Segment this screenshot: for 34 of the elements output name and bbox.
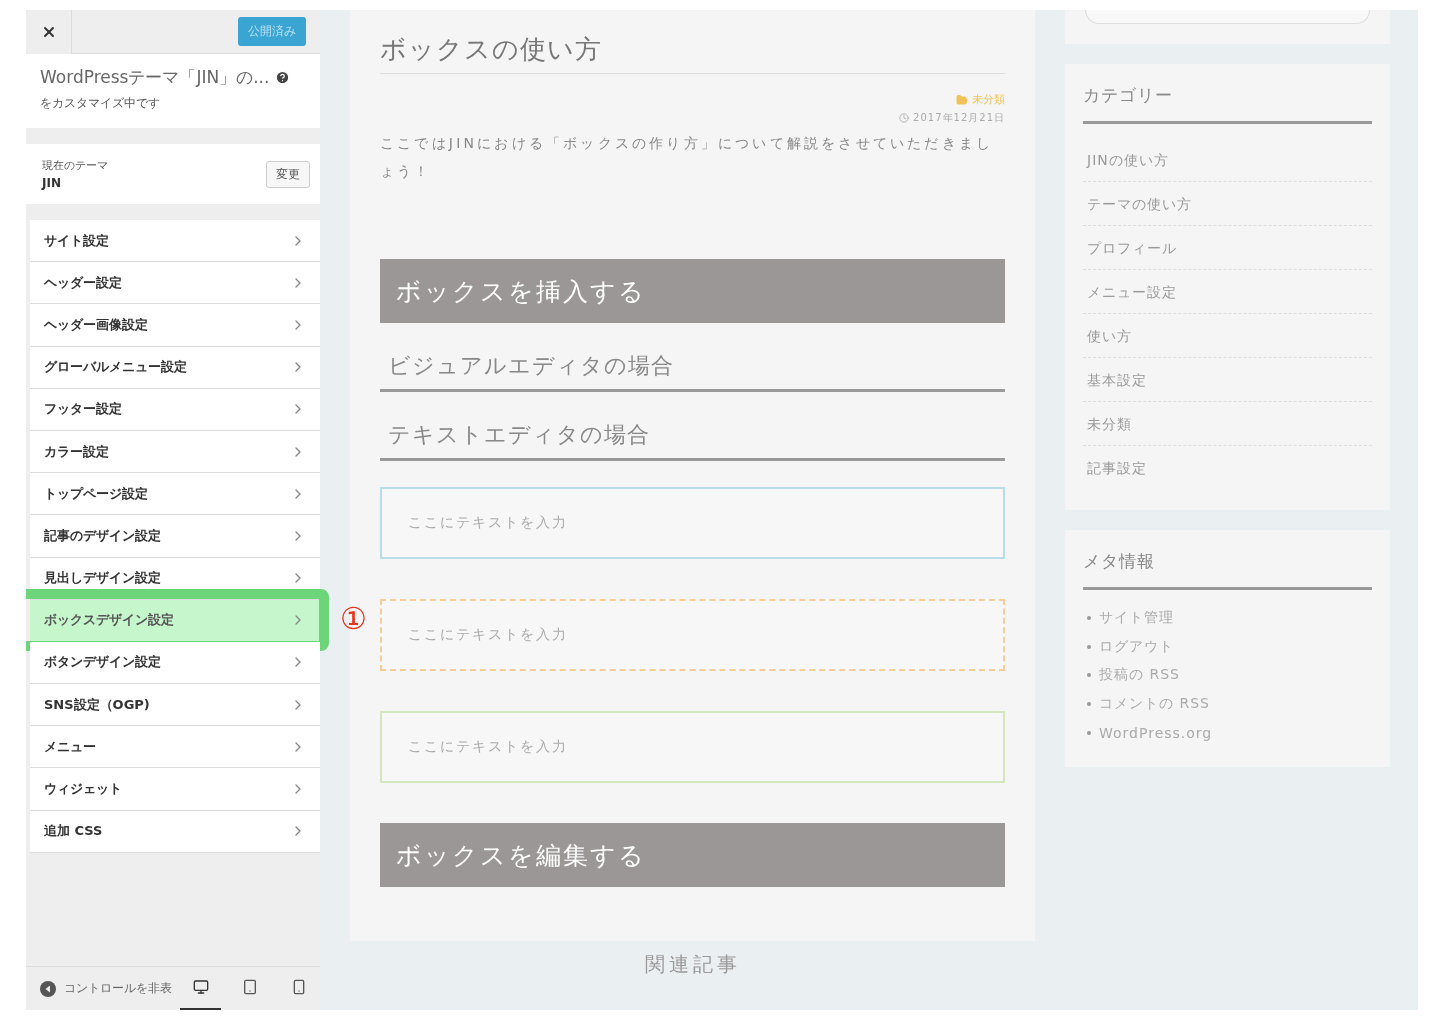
change-theme-button[interactable]: 変更 xyxy=(266,160,310,188)
hide-controls-button[interactable]: コントロールを非表 xyxy=(40,980,172,997)
close-button[interactable] xyxy=(26,10,72,54)
menu-item[interactable]: ボックスデザイン設定 xyxy=(30,599,320,642)
article-title: ボックスの使い方 xyxy=(380,32,1005,74)
box-text: ここにテキストを入力 xyxy=(408,738,568,756)
customizer-title: WordPressテーマ「JIN」の... xyxy=(40,66,270,89)
post-date: 2017年12月21日 xyxy=(913,111,1005,125)
section-banner: ボックスを編集する xyxy=(380,823,1005,887)
bullet-icon xyxy=(1087,673,1091,678)
section-heading: ビジュアルエディタの場合 xyxy=(380,345,1005,392)
bullet-icon xyxy=(1087,616,1091,621)
theme-name: JIN xyxy=(42,176,62,190)
intro-text: ここではJINにおける「ボックスの作り方」について解説をさせていただきましょう！ xyxy=(380,134,995,181)
annotation-marker: ① xyxy=(340,603,367,634)
section-banner: ボックスを挿入する xyxy=(380,259,1005,323)
widget-title: メタ情報 xyxy=(1083,550,1372,590)
theme-label: 現在のテーマ xyxy=(42,158,109,173)
desktop-icon xyxy=(192,979,209,995)
clock-icon xyxy=(899,113,910,123)
tablet-icon xyxy=(242,979,258,995)
related-heading: 関連記事 xyxy=(643,951,742,978)
customizer-subtitle: をカスタマイズ中です xyxy=(40,95,161,112)
help-icon[interactable] xyxy=(275,70,291,85)
bullet-icon xyxy=(1087,702,1091,707)
box-text: ここにテキストを入力 xyxy=(408,626,568,644)
box-text: ここにテキストを入力 xyxy=(408,514,568,532)
folder-icon xyxy=(956,93,968,106)
collapse-icon xyxy=(40,980,56,997)
menu-item[interactable]: ボタンデザイン設定 xyxy=(30,641,320,685)
bullet-icon xyxy=(1087,730,1091,735)
bullet-icon xyxy=(1087,644,1091,649)
section-heading: テキストエディタの場合 xyxy=(380,414,1005,461)
widget-title: カテゴリー xyxy=(1083,84,1372,124)
